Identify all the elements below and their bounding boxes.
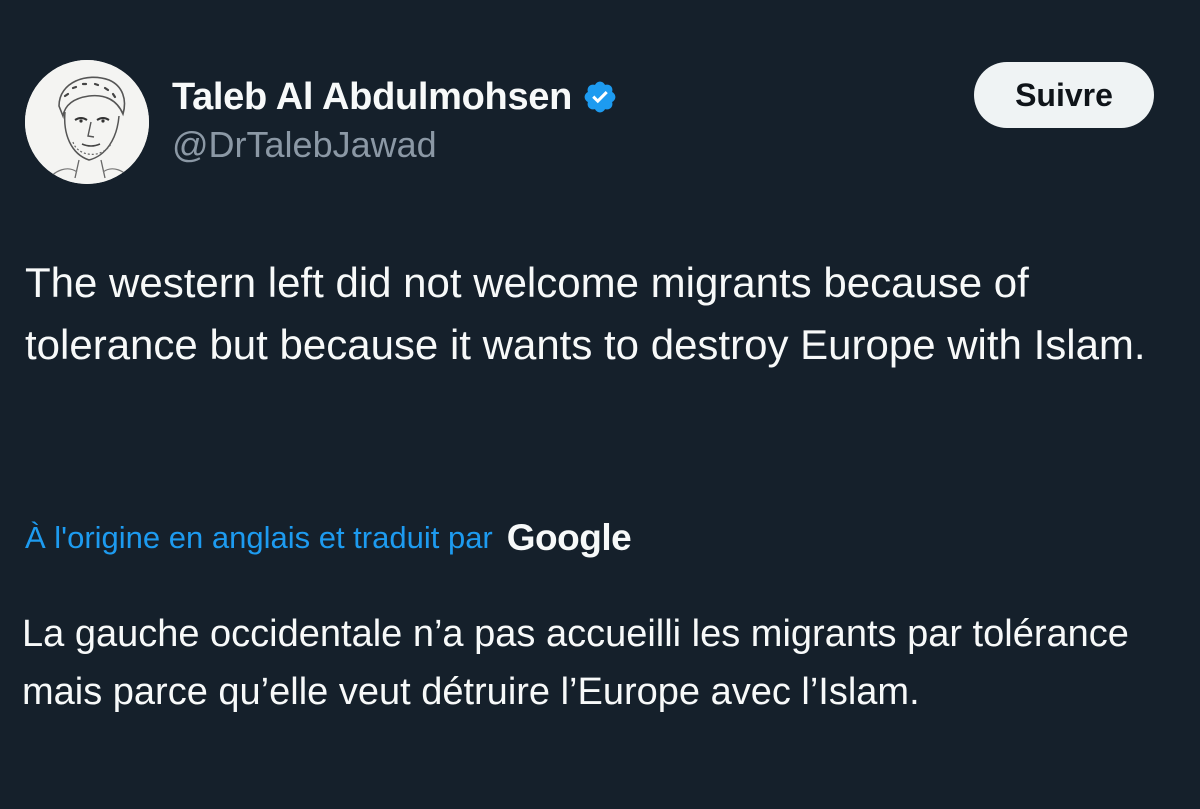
avatar[interactable] — [25, 60, 149, 184]
verified-badge-icon[interactable] — [582, 79, 618, 115]
translated-tweet-text: La gauche occidentale n’a pas accueilli … — [22, 613, 1129, 713]
tweet-card: Taleb Al Abdulmohsen @DrTalebJawad Suivr… — [0, 0, 1200, 809]
translation-source-link[interactable]: À l'origine en anglais et traduit par — [25, 520, 493, 556]
follow-button[interactable]: Suivre — [974, 62, 1154, 128]
author-display-name[interactable]: Taleb Al Abdulmohsen — [172, 76, 572, 119]
avatar-portrait-icon — [25, 60, 149, 184]
tweet-text: The western left did not welcome migrant… — [25, 259, 1146, 368]
author-handle[interactable]: @DrTalebJawad — [172, 124, 437, 166]
google-logo: Google — [506, 517, 632, 558]
author-name-row: Taleb Al Abdulmohsen — [172, 74, 618, 120]
translation-attribution: À l'origine en anglais et traduit par Go… — [25, 512, 632, 564]
